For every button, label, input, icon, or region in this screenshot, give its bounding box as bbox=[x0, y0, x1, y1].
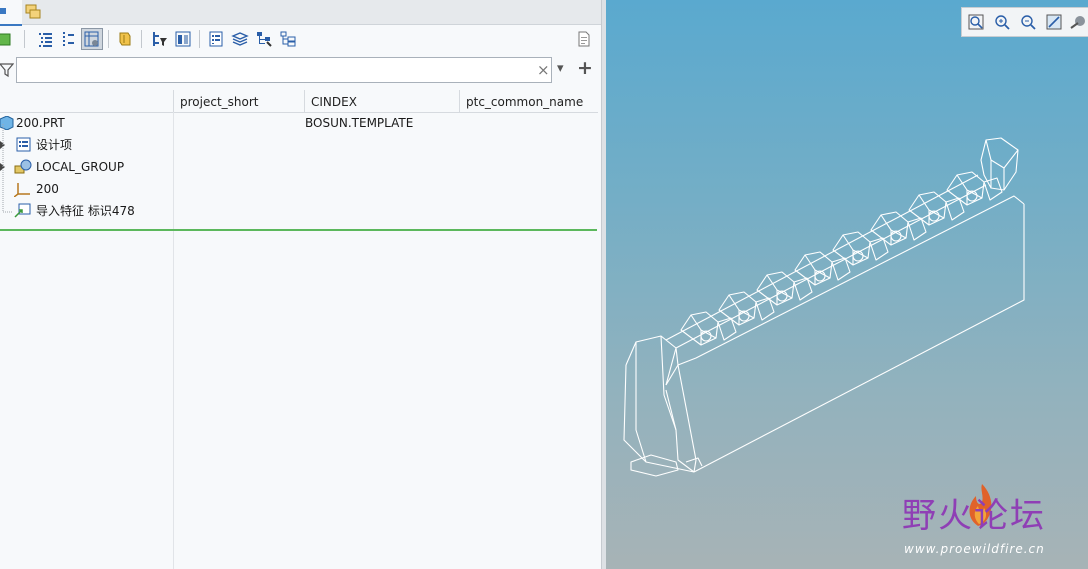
tree-row[interactable]: 导入特征 标识478 bbox=[0, 200, 598, 222]
insert-indicator-line bbox=[0, 229, 597, 231]
tab-layers[interactable] bbox=[22, 0, 44, 24]
box-icon[interactable] bbox=[0, 28, 16, 50]
forum-watermark: 野火论坛 www.proewildfire.cn bbox=[902, 484, 1088, 568]
model-tree-tab-icon bbox=[0, 8, 6, 14]
search-input[interactable] bbox=[16, 57, 552, 83]
filter-row: × ▾ + bbox=[0, 56, 601, 86]
model-tree-panel: × ▾ + project_short CINDEX ptc_common_na… bbox=[0, 0, 601, 569]
wireframe-model bbox=[623, 137, 1025, 477]
zoom-out-icon[interactable] bbox=[1018, 12, 1038, 32]
tree-columns-icon[interactable] bbox=[34, 28, 56, 50]
model-tree-icon[interactable] bbox=[172, 28, 194, 50]
toolbar-separator bbox=[199, 30, 200, 48]
tree-row[interactable]: 设计项 bbox=[0, 134, 598, 156]
watermark-url: www.proewildfire.cn bbox=[904, 542, 1045, 556]
filter-tree-icon[interactable] bbox=[148, 28, 170, 50]
document-icon[interactable] bbox=[573, 28, 595, 50]
tree-item-label: 导入特征 标识478 bbox=[36, 204, 135, 218]
watermark-title: 野火论坛 bbox=[902, 496, 1046, 536]
zoom-fit-icon[interactable] bbox=[966, 12, 986, 32]
refit-view-icon[interactable] bbox=[1044, 12, 1064, 32]
filter-funnel-icon[interactable] bbox=[0, 62, 14, 78]
shading-style-icon[interactable] bbox=[1068, 12, 1088, 32]
tree-row[interactable]: 200.PRT BOSUN.TEMPLATE bbox=[0, 112, 598, 134]
toolbar-separator bbox=[108, 30, 109, 48]
graphics-viewport[interactable] bbox=[606, 0, 1088, 569]
model-tree-toolbar bbox=[0, 25, 601, 55]
tree-item-label: 200.PRT bbox=[16, 116, 65, 130]
list-icon[interactable] bbox=[205, 28, 227, 50]
tree-settings-icon[interactable] bbox=[81, 28, 103, 50]
column-header-cindex[interactable]: CINDEX bbox=[304, 90, 459, 112]
add-filter-icon[interactable]: + bbox=[577, 57, 593, 79]
panel-tab-bar bbox=[0, 0, 601, 26]
filter-dropdown-icon[interactable]: ▾ bbox=[557, 61, 564, 76]
column-header-project-short[interactable]: project_short bbox=[173, 90, 304, 112]
view-toolbar bbox=[961, 7, 1088, 37]
clear-search-icon[interactable]: × bbox=[537, 61, 550, 79]
tree-item-label: 设计项 bbox=[36, 138, 73, 152]
coordinate-system-icon bbox=[14, 183, 30, 197]
import-feature-icon bbox=[14, 203, 31, 218]
tree-row[interactable]: 200 bbox=[0, 178, 598, 200]
tree-item-label: LOCAL_GROUP bbox=[36, 160, 125, 174]
tree-table-icon[interactable] bbox=[277, 28, 299, 50]
toolbar-separator bbox=[24, 30, 25, 48]
zoom-in-icon[interactable] bbox=[992, 12, 1012, 32]
column-headers: project_short CINDEX ptc_common_name bbox=[0, 90, 598, 113]
tree-item-label: 200 bbox=[36, 182, 59, 196]
tree-row[interactable]: LOCAL_GROUP bbox=[0, 156, 598, 178]
design-items-icon bbox=[16, 137, 31, 152]
column-header-ptc-common-name[interactable]: ptc_common_name bbox=[459, 90, 598, 112]
cindex-value: BOSUN.TEMPLATE bbox=[305, 116, 414, 130]
tree-guide-lines bbox=[2, 124, 12, 213]
toolbar-separator bbox=[141, 30, 142, 48]
tree-branch-icon[interactable] bbox=[253, 28, 275, 50]
tree-dots-icon[interactable] bbox=[57, 28, 79, 50]
feature-shield-icon[interactable] bbox=[114, 28, 136, 50]
layers-tab-icon bbox=[25, 4, 41, 19]
tab-model-tree[interactable] bbox=[0, 0, 22, 26]
group-icon bbox=[14, 159, 32, 174]
layers-icon[interactable] bbox=[229, 28, 251, 50]
